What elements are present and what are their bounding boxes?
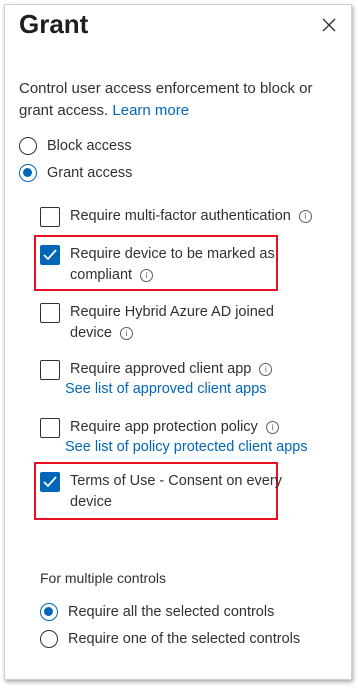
- app-protection-checkbox[interactable]: [40, 418, 60, 438]
- hybrid-label-line1: Require Hybrid Azure AD joined: [70, 304, 274, 320]
- require-all-option[interactable]: Require all the selected controls: [40, 603, 274, 621]
- approved-app-label-wrap: Require approved client app i: [70, 359, 273, 380]
- app-protection-label-wrap: Require app protection policy i: [70, 417, 279, 438]
- require-all-label: Require all the selected controls: [68, 604, 275, 620]
- info-icon[interactable]: i: [265, 421, 279, 434]
- terms-label-line1: Terms of Use - Consent on every: [70, 473, 282, 489]
- grant-blade: Grant Control user access enforcement to…: [4, 4, 352, 680]
- info-icon[interactable]: i: [119, 327, 133, 340]
- compliant-checkbox[interactable]: [40, 245, 60, 265]
- require-all-radio[interactable]: [40, 603, 58, 621]
- mfa-checkbox[interactable]: [40, 207, 60, 227]
- compliant-label-line1: Require device to be marked as: [70, 246, 275, 262]
- page-title: Grant: [19, 9, 89, 39]
- approved-app-label: Require approved client app: [70, 361, 252, 377]
- close-icon[interactable]: [321, 17, 337, 33]
- terms-label-line2: device: [70, 494, 112, 510]
- info-icon[interactable]: i: [298, 210, 312, 223]
- description: Control user access enforcement to block…: [19, 80, 313, 119]
- app-protection-option[interactable]: Require app protection policy i: [40, 417, 279, 438]
- learn-more-link[interactable]: Learn more: [112, 102, 189, 119]
- block-access-label: Block access: [47, 138, 132, 154]
- approved-app-option[interactable]: Require approved client app i: [40, 359, 273, 380]
- multiple-controls-heading: For multiple controls: [40, 570, 167, 586]
- info-icon[interactable]: i: [259, 363, 273, 376]
- info-icon[interactable]: i: [140, 269, 154, 282]
- terms-option[interactable]: Terms of Use - Consent on every device: [40, 471, 282, 513]
- compliant-label-wrap: Require device to be marked as compliant i: [70, 244, 275, 286]
- terms-label-wrap: Terms of Use - Consent on every device: [70, 471, 282, 513]
- compliant-option[interactable]: Require device to be marked as compliant i: [40, 244, 275, 286]
- require-one-label: Require one of the selected controls: [68, 631, 301, 647]
- hybrid-checkbox[interactable]: [40, 303, 60, 323]
- grant-access-radio[interactable]: [19, 164, 37, 182]
- compliant-label-line2: compliant: [70, 267, 133, 283]
- block-access-option[interactable]: Block access: [19, 137, 132, 155]
- hybrid-label-line2: device: [70, 325, 112, 341]
- block-access-radio[interactable]: [19, 137, 37, 155]
- hybrid-option[interactable]: Require Hybrid Azure AD joined device i: [40, 302, 274, 344]
- grant-access-label: Grant access: [47, 165, 133, 181]
- mfa-option[interactable]: Require multi-factor authentication i: [40, 206, 312, 227]
- hybrid-label-wrap: Require Hybrid Azure AD joined device i: [70, 302, 274, 344]
- require-one-radio[interactable]: [40, 630, 58, 648]
- require-one-option[interactable]: Require one of the selected controls: [40, 630, 300, 648]
- terms-checkbox[interactable]: [40, 472, 60, 492]
- app-protection-label: Require app protection policy: [70, 419, 258, 435]
- approved-app-checkbox[interactable]: [40, 360, 60, 380]
- approved-apps-link[interactable]: See list of approved client apps: [65, 381, 267, 397]
- protected-apps-link[interactable]: See list of policy protected client apps: [65, 439, 308, 455]
- mfa-label: Require multi-factor authentication: [70, 208, 291, 224]
- grant-access-option[interactable]: Grant access: [19, 164, 132, 182]
- mfa-label-wrap: Require multi-factor authentication i: [70, 206, 312, 227]
